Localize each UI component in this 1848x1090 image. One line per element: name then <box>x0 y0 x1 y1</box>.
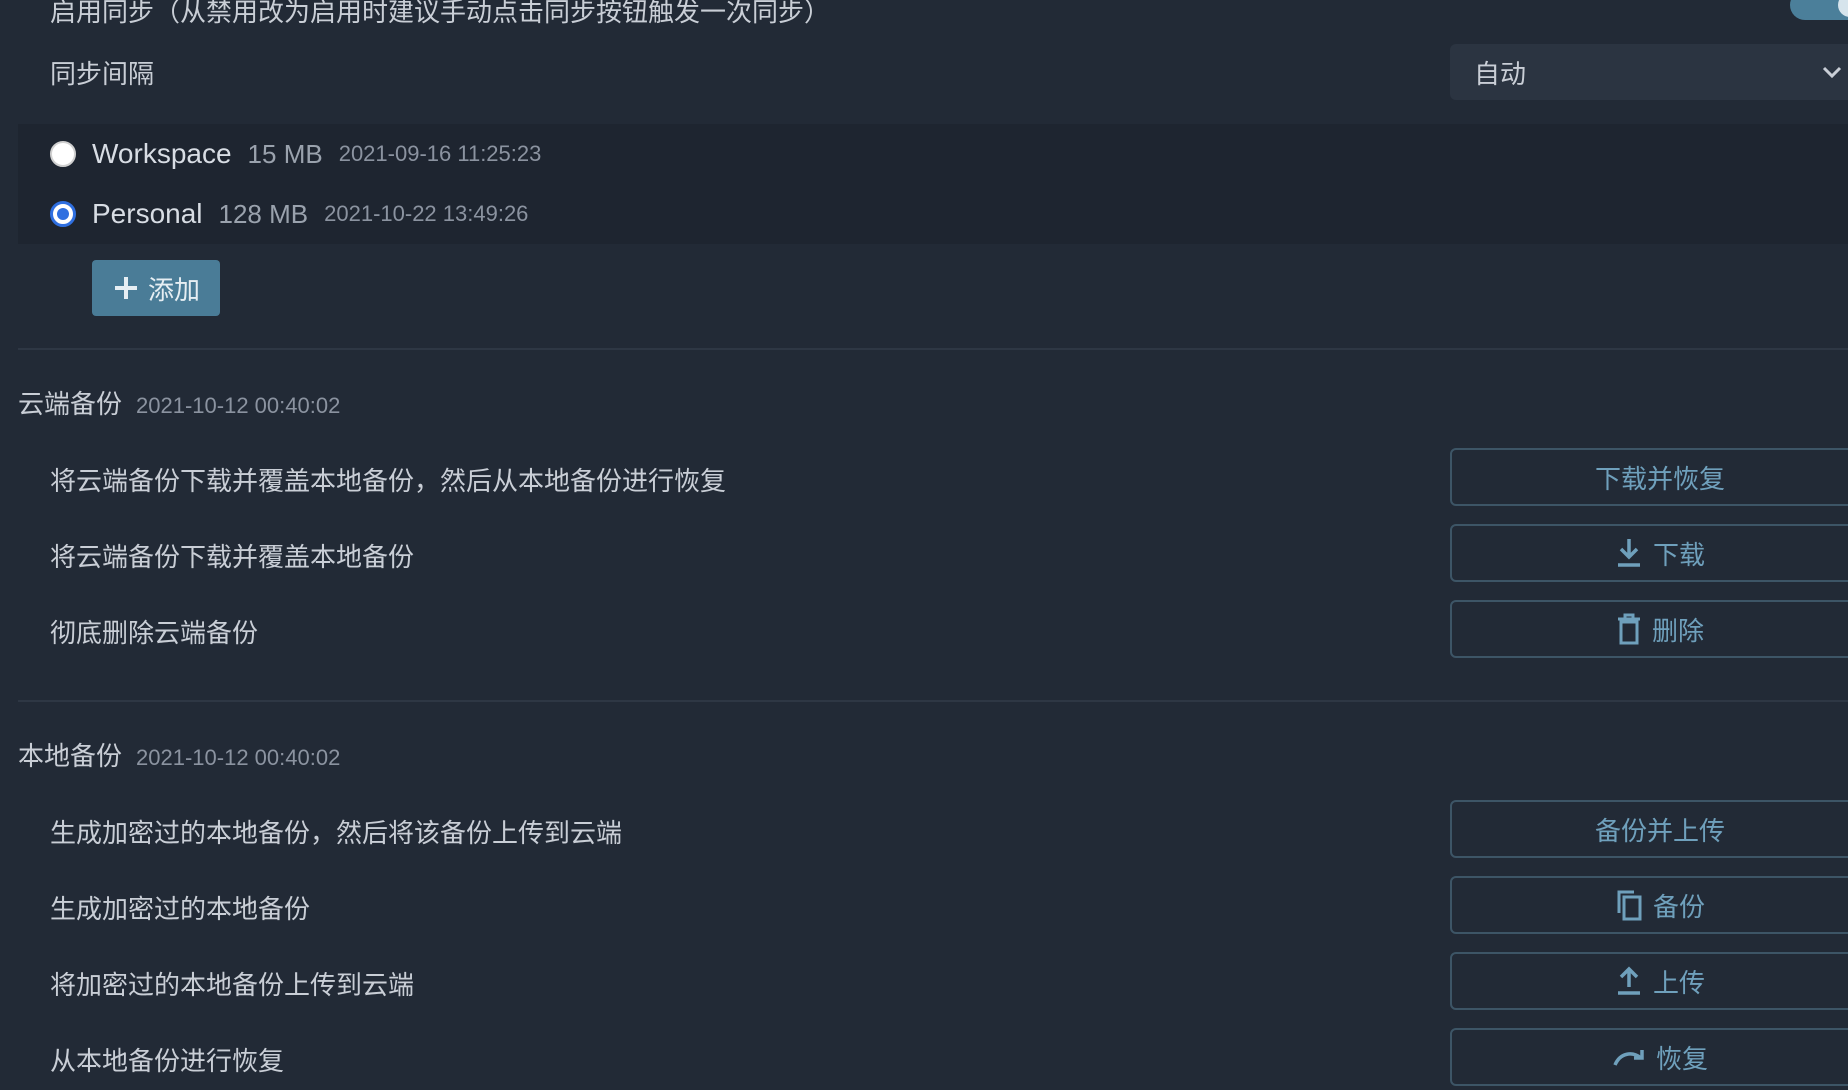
upload-button[interactable]: 上传 <box>1450 952 1848 1010</box>
copy-icon <box>1617 890 1642 921</box>
sync-interval-select[interactable]: 自动 <box>1450 44 1848 100</box>
cloud-row-label: 将云端备份下载并覆盖本地备份 <box>50 542 415 572</box>
cloud-backup-heading: 云端备份 <box>18 389 123 419</box>
button-label: 下载并恢复 <box>1594 463 1725 494</box>
trash-icon <box>1617 613 1640 645</box>
chevron-down-icon <box>1822 66 1842 79</box>
divider <box>18 700 1848 702</box>
download-button[interactable]: 下载 <box>1450 524 1848 582</box>
profile-size: 128 MB <box>218 198 309 229</box>
button-label: 上传 <box>1652 967 1705 998</box>
profile-time: 2021-09-16 11:25:23 <box>338 141 542 166</box>
backup-upload-button[interactable]: 备份并上传 <box>1450 800 1848 858</box>
sync-interval-label: 同步间隔 <box>50 59 155 89</box>
button-label: 恢复 <box>1655 1043 1708 1074</box>
profile-name: Workspace <box>92 138 232 169</box>
cloud-row-label: 将云端备份下载并覆盖本地备份，然后从本地备份进行恢复 <box>50 466 727 496</box>
profile-list: Workspace 15 MB 2021-09-16 11:25:23 Pers… <box>18 124 1848 244</box>
local-backup-title: 本地备份 2021-10-12 00:40:02 <box>18 736 340 773</box>
sync-interval-value: 自动 <box>1474 58 1527 89</box>
local-row-label: 生成加密过的本地备份，然后将该备份上传到云端 <box>50 818 623 848</box>
toggle-knob <box>1838 0 1848 17</box>
profile-radio[interactable] <box>50 141 76 167</box>
cloud-backup-time: 2021-10-12 00:40:02 <box>136 393 341 418</box>
divider <box>18 348 1848 350</box>
profile-size: 15 MB <box>247 138 323 169</box>
add-profile-button[interactable]: 添加 <box>92 260 220 316</box>
profile-item-workspace[interactable]: Workspace 15 MB 2021-09-16 11:25:23 <box>50 134 541 174</box>
restore-button[interactable]: 恢复 <box>1450 1028 1848 1086</box>
enable-sync-toggle[interactable] <box>1790 0 1848 20</box>
local-backup-time: 2021-10-12 00:40:02 <box>136 745 341 770</box>
download-icon <box>1617 539 1640 567</box>
backup-button[interactable]: 备份 <box>1450 876 1848 934</box>
enable-sync-label: 启用同步（从禁用改为启用时建议手动点击同步按钮触发一次同步） <box>50 0 831 27</box>
profile-name: Personal <box>92 198 203 229</box>
button-label: 备份并上传 <box>1594 815 1725 846</box>
cloud-row-label: 彻底删除云端备份 <box>50 618 259 648</box>
upload-icon <box>1617 966 1640 995</box>
cloud-backup-title: 云端备份 2021-10-12 00:40:02 <box>18 384 340 421</box>
profile-radio[interactable] <box>50 201 76 227</box>
local-backup-heading: 本地备份 <box>18 741 123 771</box>
local-row-label: 将加密过的本地备份上传到云端 <box>50 970 415 1000</box>
local-row-label: 从本地备份进行恢复 <box>50 1046 285 1076</box>
plus-icon <box>114 277 137 299</box>
button-label: 备份 <box>1652 891 1705 922</box>
profile-item-personal[interactable]: Personal 128 MB 2021-10-22 13:49:26 <box>50 194 528 234</box>
delete-button[interactable]: 删除 <box>1450 600 1848 658</box>
add-label: 添加 <box>147 274 200 305</box>
download-restore-button[interactable]: 下载并恢复 <box>1450 448 1848 506</box>
profile-time: 2021-10-22 13:49:26 <box>324 201 529 226</box>
button-label: 下载 <box>1652 539 1705 570</box>
local-row-label: 生成加密过的本地备份 <box>50 894 311 924</box>
redo-icon <box>1613 1050 1644 1066</box>
button-label: 删除 <box>1651 615 1704 646</box>
